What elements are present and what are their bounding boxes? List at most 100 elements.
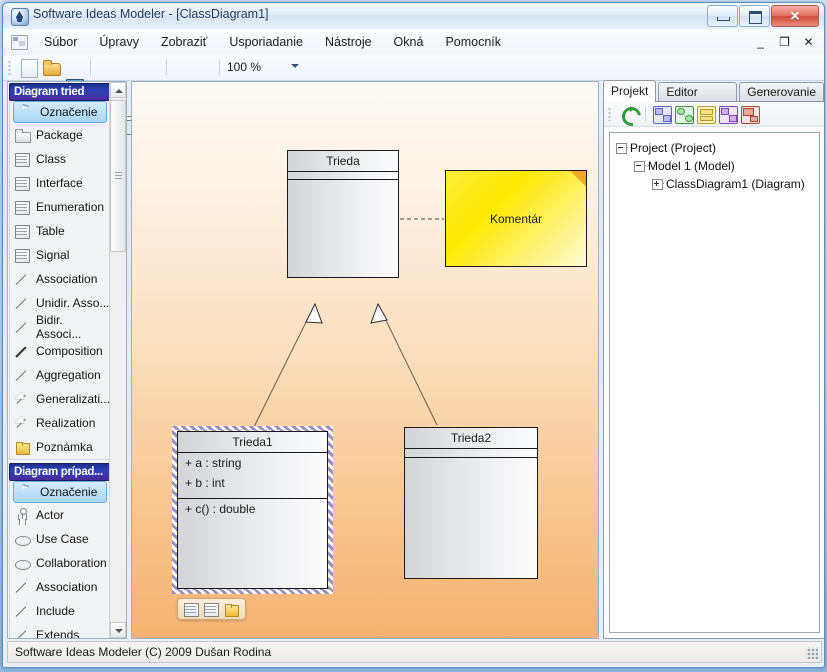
scroll-up-button[interactable] — [110, 82, 126, 98]
palette-item-label: Bidir. Associ... — [36, 313, 82, 341]
diagram-canvas[interactable]: Trieda Komentár Trieda1 + a : string + b… — [131, 81, 599, 639]
add-attribute-icon[interactable] — [184, 602, 199, 617]
package-icon — [15, 128, 31, 143]
tab-projekt[interactable]: Projekt — [603, 80, 657, 102]
add-note-icon[interactable] — [224, 602, 239, 617]
dock-tabs: Projekt Editor prvku Generovanie — [603, 80, 824, 118]
expand-icon[interactable] — [652, 179, 663, 190]
palette-item-package[interactable]: Package — [10, 123, 110, 147]
class-node-trieda1[interactable]: Trieda1 + a : string + b : int + c() : d… — [177, 431, 328, 589]
mdi-window-icon[interactable] — [11, 35, 28, 50]
tab-editor-prvku[interactable]: Editor prvku — [658, 82, 738, 118]
line-icon — [15, 368, 30, 382]
line-icon — [15, 628, 30, 638]
class-node-trieda[interactable]: Trieda — [287, 150, 399, 278]
palette-item-signal[interactable]: Signal — [10, 243, 110, 267]
maximize-button[interactable] — [739, 5, 770, 27]
line-thick-icon — [15, 344, 30, 358]
palette-item-realization[interactable]: Realization — [10, 411, 110, 435]
palette-group-header-usecase-diagram[interactable]: Diagram prípad... — [9, 463, 111, 481]
palette-item-oznacenie-class[interactable]: Označenie — [13, 101, 107, 123]
generalization-arrow-1 — [305, 302, 323, 324]
window-frame: Software Ideas Modeler - [ClassDiagram1]… — [2, 2, 825, 668]
element-mini-toolbar[interactable] — [177, 598, 246, 620]
palette-item-label: Realization — [36, 416, 96, 430]
menu-subor[interactable]: Súbor — [33, 32, 88, 52]
scroll-down-button[interactable] — [110, 622, 126, 638]
palette-item-association-uc[interactable]: Association — [10, 575, 110, 599]
project-toolbar — [604, 102, 824, 127]
palette-item-bidir-association[interactable]: Bidir. Associ... — [10, 313, 110, 341]
close-button[interactable]: ✕ — [771, 5, 819, 27]
class-attribute-row[interactable]: + b : int — [178, 473, 327, 493]
title-bar: Software Ideas Modeler - [ClassDiagram1]… — [3, 3, 824, 30]
menu-upravy[interactable]: Úpravy — [88, 32, 150, 52]
collapse-icon[interactable] — [634, 161, 645, 172]
zoom-value[interactable]: 100 % — [227, 60, 261, 74]
project-toolbar-grip[interactable] — [608, 107, 611, 121]
class-node-trieda2[interactable]: Trieda2 — [404, 427, 538, 579]
tree-node-project[interactable]: Project (Project) — [610, 139, 819, 157]
palette-item-association[interactable]: Association — [10, 267, 110, 291]
note-node-komentar[interactable]: Komentár — [445, 170, 587, 267]
tree-node-classdiagram1[interactable]: ClassDiagram1 (Diagram) — [610, 175, 819, 193]
palette-item-label: Generalizati... — [36, 392, 111, 406]
palette-item-collaboration[interactable]: Collaboration — [10, 551, 110, 575]
resize-grip[interactable] — [806, 647, 818, 659]
mdi-minimize-icon: _ — [757, 34, 764, 49]
usecase-diagram-icon[interactable] — [675, 105, 694, 124]
palette-group-header-class-diagram[interactable]: Diagram tried — [9, 83, 111, 101]
toolbar-grip[interactable] — [8, 60, 11, 75]
new-icon[interactable] — [19, 58, 38, 78]
close-icon: ✕ — [789, 8, 801, 24]
tab-generovanie[interactable]: Generovanie — [739, 82, 824, 102]
class-operation-row[interactable]: + c() : double — [178, 499, 327, 519]
palette-item-unidir-association[interactable]: Unidir. Asso... — [10, 291, 110, 315]
palette-scrollbar[interactable] — [109, 82, 126, 638]
class-icon — [15, 152, 30, 167]
mdi-restore-button[interactable]: ❐ — [776, 33, 793, 50]
palette-item-use-case[interactable]: Use Case — [10, 527, 110, 551]
sequence-diagram-icon[interactable] — [697, 105, 716, 124]
palette-item-generalization[interactable]: Generalizati... — [10, 387, 110, 411]
menu-pomocnik[interactable]: Pomocník — [434, 32, 512, 52]
palette-item-enumeration[interactable]: Enumeration — [10, 195, 110, 219]
menu-zobrazit[interactable]: Zobraziť — [150, 32, 218, 52]
menu-nastroje[interactable]: Nástroje — [314, 32, 383, 52]
dock-body: Project (Project) Model 1 (Model) ClassD… — [603, 101, 824, 639]
palette-item-extends[interactable]: Extends — [10, 623, 110, 638]
open-icon[interactable] — [42, 58, 61, 77]
palette-item-composition[interactable]: Composition — [10, 339, 110, 363]
deployment-diagram-icon[interactable] — [741, 105, 760, 124]
project-tree[interactable]: Project (Project) Model 1 (Model) ClassD… — [609, 132, 820, 633]
app-diamond-icon — [11, 8, 29, 26]
mdi-minimize-button[interactable]: _ — [752, 33, 769, 50]
tree-node-model[interactable]: Model 1 (Model) — [610, 157, 819, 175]
add-operation-icon[interactable] — [204, 602, 219, 617]
application-window: Software Ideas Modeler - [ClassDiagram1]… — [0, 0, 827, 672]
palette-item-include[interactable]: Include — [10, 599, 110, 623]
scrollbar-thumb[interactable] — [110, 100, 126, 252]
mdi-close-button[interactable]: ✕ — [800, 33, 817, 50]
menu-okna[interactable]: Okná — [383, 32, 435, 52]
palette-item-class[interactable]: Class — [10, 147, 110, 171]
minimize-button[interactable] — [707, 5, 738, 27]
palette-item-oznacenie-usecase[interactable]: Označenie — [13, 481, 107, 503]
menu-usporiadanie[interactable]: Usporiadanie — [218, 32, 314, 52]
palette-item-poznamka[interactable]: Poznámka — [10, 435, 110, 459]
class-operations-compartment — [288, 180, 398, 278]
palette-item-aggregation[interactable]: Aggregation — [10, 363, 110, 387]
palette-item-table[interactable]: Table — [10, 219, 110, 243]
collapse-icon[interactable] — [616, 143, 627, 154]
class-icon — [15, 248, 30, 263]
palette-item-interface[interactable]: Interface — [10, 171, 110, 195]
chevron-down-icon[interactable] — [291, 64, 299, 68]
state-diagram-icon[interactable] — [719, 105, 738, 124]
palette-item-actor[interactable]: Actor — [10, 503, 110, 527]
refresh-icon[interactable] — [620, 105, 638, 123]
class-icon — [15, 224, 30, 239]
status-bar: Software Ideas Modeler (C) 2009 Dušan Ro… — [7, 641, 822, 663]
cursor-icon — [19, 485, 34, 499]
class-diagram-icon[interactable] — [653, 105, 672, 124]
class-attribute-row[interactable]: + a : string — [178, 453, 327, 473]
